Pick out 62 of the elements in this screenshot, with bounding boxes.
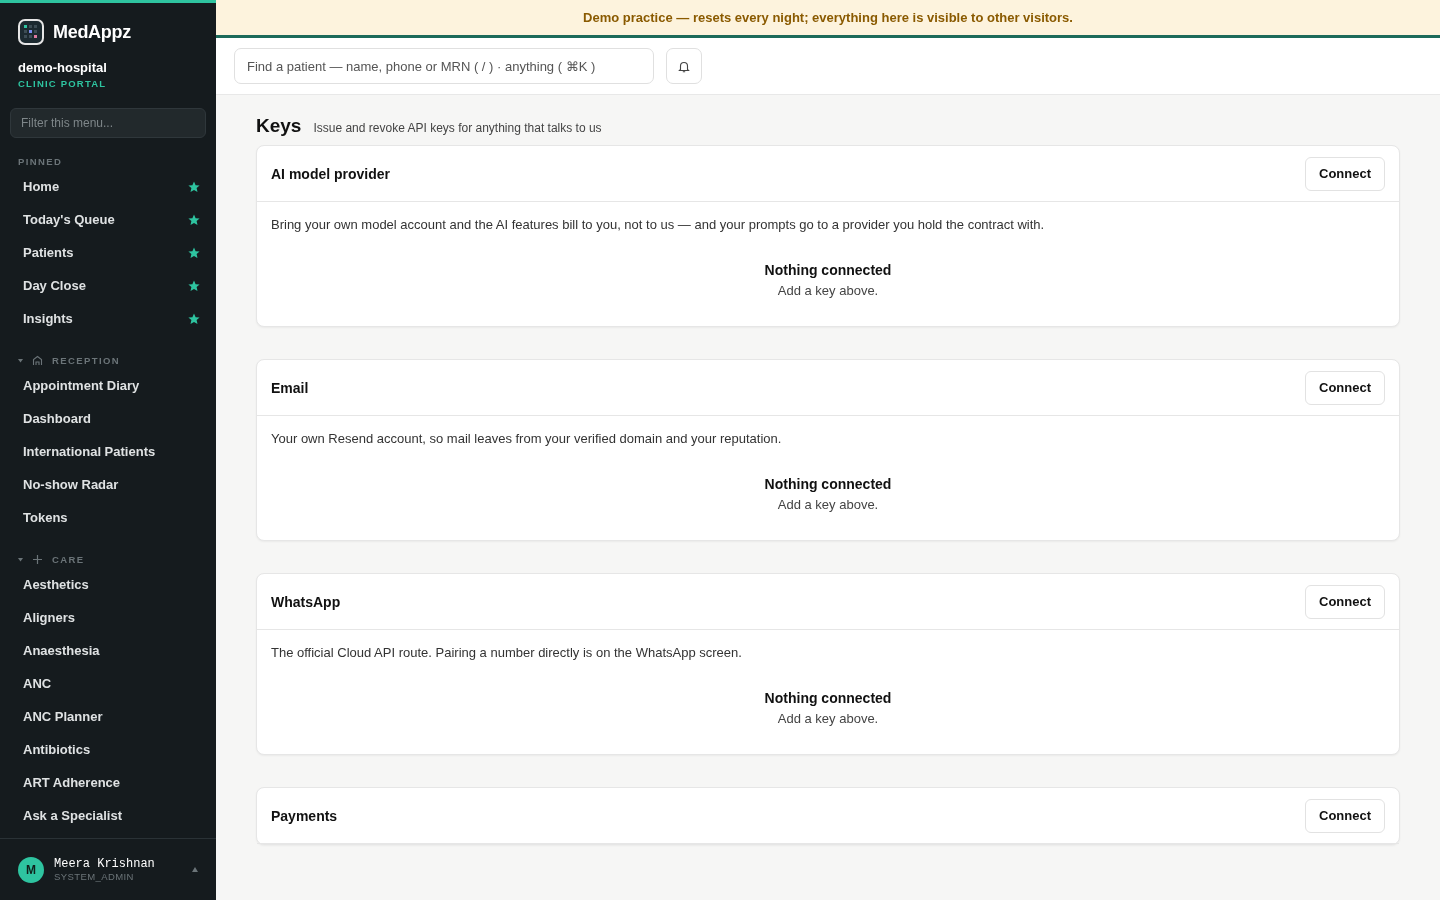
connect-button[interactable]: Connect [1305,370,1385,405]
user-role: SYSTEM_ADMIN [54,871,135,882]
logo-icon [18,19,44,45]
sidebar-item[interactable]: Ask a Specialist [0,799,216,832]
plus-icon [32,553,43,565]
section-label: CARE [52,553,85,565]
sidebar-item[interactable]: ANC Planner [0,700,216,733]
empty-state-hint: Add a key above. [777,283,879,298]
connect-button[interactable]: Connect [1305,798,1385,833]
sidebar-item[interactable]: Today's Queue [0,203,216,236]
sidebar-item[interactable]: Home [0,170,216,203]
empty-state-hint: Add a key above. [777,711,879,726]
caret-icon[interactable] [192,867,198,872]
section-label: RECEPTION [52,354,121,366]
sidebar-item[interactable]: Dashboard [0,402,216,435]
bell-icon [678,59,690,73]
empty-state-hint: Add a key above. [777,497,879,512]
caret-icon[interactable] [18,556,23,562]
sidebar-item[interactable]: No-show Radar [0,468,216,501]
sidebar-item[interactable]: Insights [0,302,216,335]
notifications-button[interactable] [666,48,702,84]
caret-icon[interactable] [18,357,23,363]
sidebar-item[interactable]: Patients [0,236,216,269]
star-icon[interactable] [188,180,200,193]
sidebar-item[interactable]: Aligners [0,601,216,634]
card-title: Payments [271,807,338,824]
sidebar-item[interactable]: International Patients [0,435,216,468]
page-subtitle: Issue and revoke API keys for anything that talks to us [313,121,602,135]
avatar: M [18,856,44,883]
card-title: AI model provider [271,165,391,182]
empty-state-title: Nothing connected [764,476,892,492]
sidebar-item[interactable]: Appointment Diary [0,369,216,402]
empty-state-title: Nothing connected [764,690,892,706]
star-icon[interactable] [188,279,200,292]
star-icon[interactable] [188,246,200,259]
card-description: Bring your own model account and the AI features bill to you, not to us — and your prompts go to a provider you hold the contract with. [271,217,1046,232]
sidebar-item[interactable]: Aesthetics [0,568,216,601]
filter-field[interactable]: Filter this menu... [10,108,206,138]
sidebar-item[interactable]: ART Adherence [0,766,216,799]
search-field[interactable]: Find a patient — name, phone or MRN ( / ) · anything ( ⌘K ) [234,48,654,84]
sidebar-item[interactable]: Day Close [0,269,216,302]
house-icon [32,354,43,366]
sidebar-item[interactable]: ANC [0,667,216,700]
demo-banner: Demo practice — resets every night; everything here is visible to other visitors. [216,0,1440,38]
connect-button[interactable]: Connect [1305,584,1385,619]
card-description: Your own Resend account, so mail leaves from your verified domain and your reputation. [271,431,783,446]
sidebar-item[interactable]: Anaesthesia [0,634,216,667]
card-title: WhatsApp [271,593,341,610]
organization-name: demo-hospital [17,59,108,75]
star-icon[interactable] [188,213,200,226]
page-title: Keys [256,115,302,137]
section-label: PINNED [18,155,63,167]
brand-name: MedAppz [53,21,131,43]
user-name: Meera Krishnan [54,857,156,871]
empty-state-title: Nothing connected [764,262,892,278]
connect-button[interactable]: Connect [1305,156,1385,191]
sidebar-item[interactable]: Antibiotics [0,733,216,766]
card-description: The official Cloud API route. Pairing a number directly is on the WhatsApp screen. [271,645,743,660]
star-icon[interactable] [188,312,200,325]
portal-label: CLINIC PORTAL [17,77,108,89]
card-title: Email [271,379,309,396]
sidebar-item[interactable]: Tokens [0,501,216,534]
